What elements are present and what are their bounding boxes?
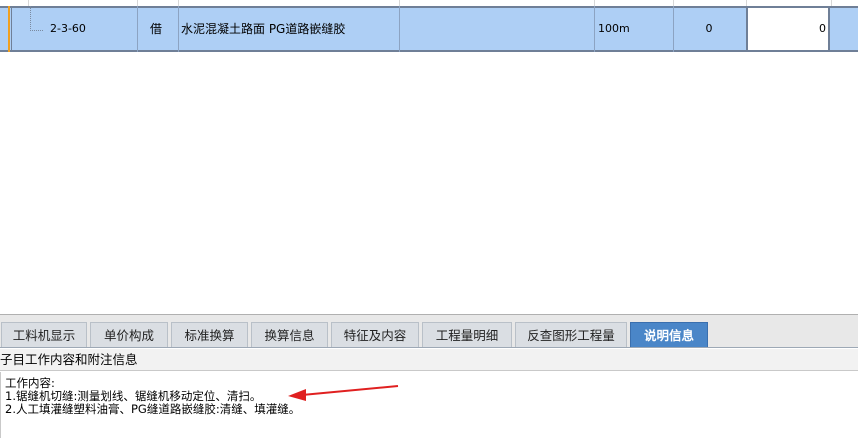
quantity-input[interactable]: 0	[746, 8, 830, 50]
tab-description[interactable]: 说明信息	[630, 322, 708, 347]
tab-standard-conversion[interactable]: 标准换算	[171, 322, 248, 347]
cell-code[interactable]: 2-3-60	[50, 8, 136, 50]
cell-unit[interactable]: 100m	[598, 8, 672, 50]
tab-material-machine[interactable]: 工料机显示	[1, 322, 87, 347]
content-line-2: 2.人工填灌缝塑料油膏、PG缝道路嵌缝胶:清缝、填灌缝。	[5, 402, 301, 416]
cell-spec[interactable]	[401, 8, 593, 50]
grid-row-selected[interactable]: 2-3-60 借 水泥混凝土路面 PG道路嵌缝胶 100m 0 0	[0, 6, 858, 52]
tab-quantity-detail[interactable]: 工程量明细	[422, 322, 512, 347]
panel-subtitle: 子目工作内容和附注信息	[0, 349, 858, 371]
tab-reverse-lookup[interactable]: 反查图形工程量	[515, 322, 627, 347]
cell-type[interactable]: 借	[150, 8, 176, 50]
tab-conversion-info[interactable]: 换算信息	[251, 322, 328, 347]
cell-quantity-expression[interactable]: 0	[674, 8, 744, 50]
row-indicator	[8, 6, 10, 52]
description-content[interactable]: 工作内容: 1.锯缝机切缝:测量划线、锯缝机移动定位、清扫。 2.人工填灌缝塑料…	[0, 372, 858, 438]
detail-tab-bar: 工料机显示 单价构成 标准换算 换算信息 特征及内容 工程量明细 反查图形工程量…	[0, 315, 858, 348]
tree-connector-line	[30, 6, 43, 31]
tab-unit-price[interactable]: 单价构成	[90, 322, 168, 347]
tab-features[interactable]: 特征及内容	[331, 322, 419, 347]
cell-extra[interactable]	[832, 8, 858, 50]
cell-name[interactable]: 水泥混凝土路面 PG道路嵌缝胶	[181, 8, 397, 50]
